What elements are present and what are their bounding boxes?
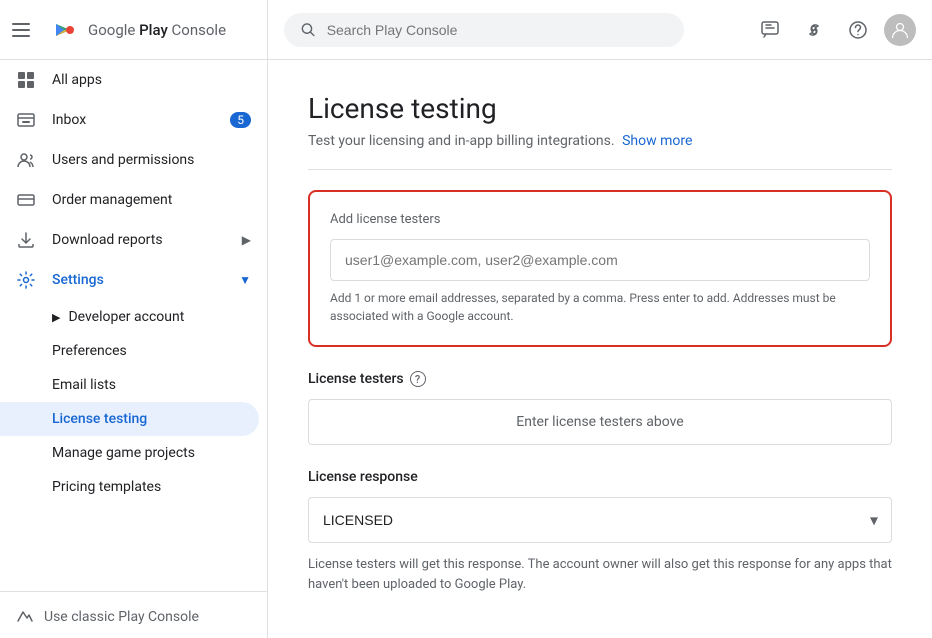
classic-console-item[interactable]: Use classic Play Console bbox=[0, 596, 267, 638]
search-input[interactable] bbox=[327, 22, 668, 38]
inbox-badge: 5 bbox=[230, 112, 251, 128]
subtitle-text: Test your licensing and in-app billing i… bbox=[308, 133, 615, 149]
grid-icon bbox=[16, 70, 36, 90]
sidebar-item-manage-game[interactable]: Manage game projects bbox=[0, 436, 267, 470]
manage-game-label: Manage game projects bbox=[52, 445, 195, 461]
settings-chevron: ▼ bbox=[239, 273, 251, 287]
enter-testers-text: Enter license testers above bbox=[516, 414, 683, 430]
question-icon bbox=[848, 20, 868, 40]
help-icon-btn[interactable] bbox=[840, 12, 876, 48]
developer-chevron: ▶ bbox=[52, 311, 60, 324]
order-label: Order management bbox=[52, 192, 172, 208]
title-divider bbox=[308, 169, 892, 170]
comment-icon-btn[interactable] bbox=[752, 12, 788, 48]
license-response-label: License response bbox=[308, 469, 892, 485]
hamburger-menu[interactable] bbox=[12, 18, 36, 42]
logo-icon bbox=[48, 14, 80, 46]
comment-icon bbox=[760, 20, 780, 40]
inbox-label: Inbox bbox=[52, 112, 86, 128]
settings-label: Settings bbox=[52, 272, 104, 288]
sidebar-item-developer-account[interactable]: ▶ Developer account bbox=[0, 300, 267, 334]
logo-console: Console bbox=[168, 21, 226, 39]
search-icon bbox=[300, 21, 317, 39]
sidebar-item-pricing-templates[interactable]: Pricing templates bbox=[0, 470, 267, 504]
preferences-label: Preferences bbox=[52, 343, 127, 359]
all-apps-label: All apps bbox=[52, 72, 102, 88]
avatar[interactable] bbox=[884, 14, 916, 46]
license-testers-placeholder: Enter license testers above bbox=[308, 399, 892, 445]
logo-google: Google bbox=[88, 21, 135, 39]
credit-card-icon bbox=[16, 190, 36, 210]
topbar bbox=[268, 0, 932, 60]
page-title: License testing bbox=[308, 92, 892, 125]
sidebar-item-order[interactable]: Order management bbox=[0, 180, 267, 220]
help-circle-icon[interactable]: ? bbox=[410, 371, 426, 387]
add-testers-label: Add license testers bbox=[330, 212, 870, 227]
main-content: License testing Test your licensing and … bbox=[268, 0, 932, 638]
add-testers-card: Add license testers Add 1 or more email … bbox=[308, 190, 892, 347]
license-testers-section-label: License testers ? bbox=[308, 371, 892, 387]
classic-icon bbox=[16, 608, 34, 626]
avatar-icon bbox=[891, 21, 909, 39]
page-content: License testing Test your licensing and … bbox=[268, 60, 932, 638]
link-icon bbox=[804, 20, 824, 40]
license-response-select-wrapper: LICENSEDNOT_LICENSEDLICENSED_OLD_KEY ▾ bbox=[308, 497, 892, 543]
developer-label: Developer account bbox=[68, 309, 184, 325]
logo: Google Play Console bbox=[48, 14, 226, 46]
inbox-icon bbox=[16, 110, 36, 130]
sidebar-item-license-testing[interactable]: License testing bbox=[0, 402, 259, 436]
gear-icon bbox=[16, 270, 36, 290]
license-testers-text: License testers bbox=[308, 371, 404, 387]
download-label: Download reports bbox=[52, 232, 163, 248]
link-icon-btn[interactable] bbox=[796, 12, 832, 48]
sidebar-item-email-lists[interactable]: Email lists bbox=[0, 368, 267, 402]
sidebar-item-preferences[interactable]: Preferences bbox=[0, 334, 267, 368]
email-input[interactable] bbox=[330, 239, 870, 281]
sidebar-item-download[interactable]: Download reports ▶ bbox=[0, 220, 267, 260]
logo-text: Google Play Console bbox=[88, 21, 226, 39]
sidebar-item-all-apps[interactable]: All apps bbox=[0, 60, 267, 100]
input-helper: Add 1 or more email addresses, separated… bbox=[330, 289, 870, 325]
users-label: Users and permissions bbox=[52, 152, 194, 168]
search-bar[interactable] bbox=[284, 13, 684, 47]
sidebar-item-inbox[interactable]: Inbox 5 bbox=[0, 100, 267, 140]
topbar-icons bbox=[752, 12, 916, 48]
sidebar-item-users[interactable]: Users and permissions bbox=[0, 140, 267, 180]
logo-play: Play bbox=[135, 21, 167, 39]
license-response-text: License response bbox=[308, 469, 418, 485]
download-icon bbox=[16, 230, 36, 250]
bottom-divider bbox=[0, 591, 267, 592]
download-chevron: ▶ bbox=[242, 233, 251, 247]
show-more-link[interactable]: Show more bbox=[622, 133, 692, 149]
sidebar-header: Google Play Console bbox=[0, 0, 267, 60]
users-icon bbox=[16, 150, 36, 170]
sidebar: Google Play Console All apps Inbox 5 Use… bbox=[0, 0, 268, 638]
license-response-select[interactable]: LICENSEDNOT_LICENSEDLICENSED_OLD_KEY bbox=[308, 497, 892, 543]
sidebar-item-settings[interactable]: Settings ▼ bbox=[0, 260, 267, 300]
classic-label: Use classic Play Console bbox=[44, 609, 199, 625]
page-subtitle: Test your licensing and in-app billing i… bbox=[308, 133, 892, 149]
email-lists-label: Email lists bbox=[52, 377, 116, 393]
license-response-helper: License testers will get this response. … bbox=[308, 555, 892, 594]
pricing-templates-label: Pricing templates bbox=[52, 479, 161, 495]
license-testing-label: License testing bbox=[52, 411, 147, 427]
